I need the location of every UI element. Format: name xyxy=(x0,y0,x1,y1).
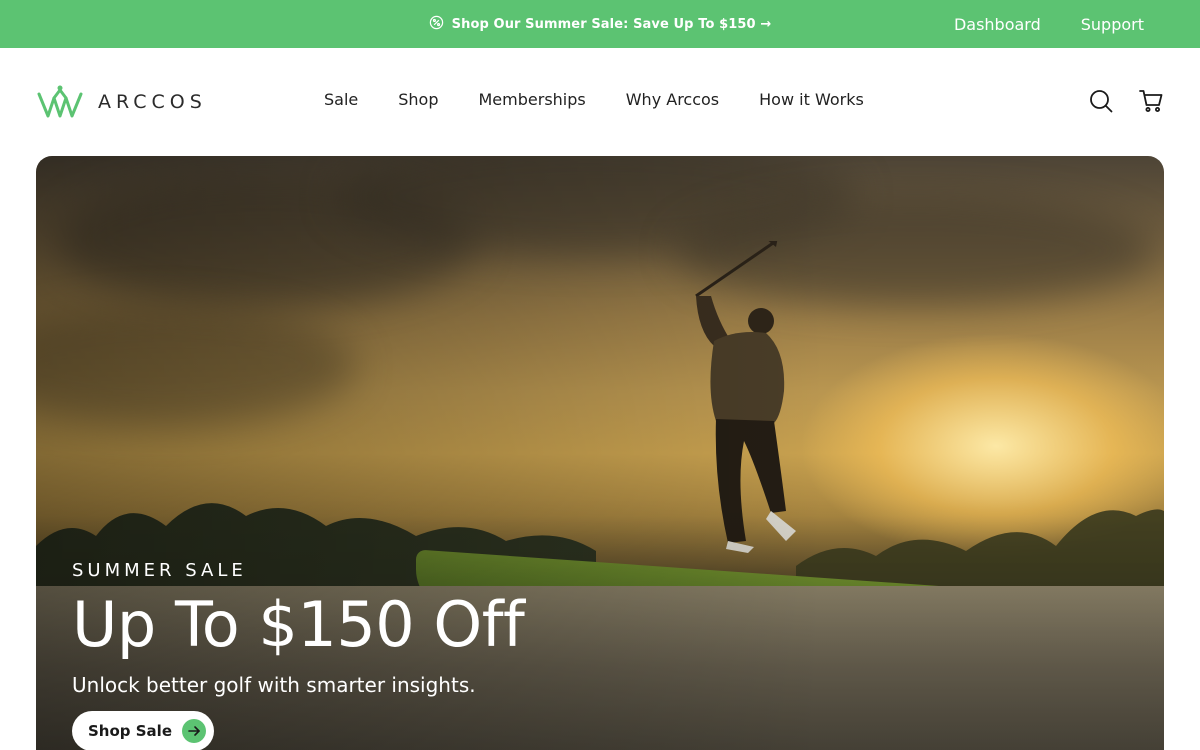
dashboard-link[interactable]: Dashboard xyxy=(954,15,1041,34)
support-link[interactable]: Support xyxy=(1081,15,1144,34)
nav-item-how-it-works[interactable]: How it Works xyxy=(759,90,864,109)
nav-item-memberships[interactable]: Memberships xyxy=(479,90,586,109)
sale-badge-icon xyxy=(429,15,444,34)
main-nav: Sale Shop Memberships Why Arccos How it … xyxy=(324,90,864,109)
promo-bar: Shop Our Summer Sale: Save Up To $150 → … xyxy=(0,0,1200,48)
search-icon[interactable] xyxy=(1088,88,1114,114)
nav-item-sale[interactable]: Sale xyxy=(324,90,358,109)
arrow-right-icon xyxy=(182,719,206,743)
logo[interactable]: ARCCOS xyxy=(36,84,207,120)
hero-eyebrow: SUMMER SALE xyxy=(72,560,247,581)
site-header: ARCCOS Sale Shop Memberships Why Arccos … xyxy=(0,48,1200,156)
hero-banner: SUMMER SALE Up To $150 Off Unlock better… xyxy=(36,156,1164,750)
hero-headline: Up To $150 Off xyxy=(72,588,525,661)
cart-icon[interactable] xyxy=(1138,88,1164,114)
arccos-crown-icon xyxy=(37,85,83,118)
nav-item-why-arccos[interactable]: Why Arccos xyxy=(626,90,719,109)
hero-subhead: Unlock better golf with smarter insights… xyxy=(72,673,476,697)
shop-sale-label: Shop Sale xyxy=(88,722,172,740)
nav-item-shop[interactable]: Shop xyxy=(398,90,438,109)
promo-message[interactable]: Shop Our Summer Sale: Save Up To $150 → xyxy=(452,17,772,32)
shop-sale-button[interactable]: Shop Sale xyxy=(72,711,214,750)
logo-text: ARCCOS xyxy=(98,91,207,113)
